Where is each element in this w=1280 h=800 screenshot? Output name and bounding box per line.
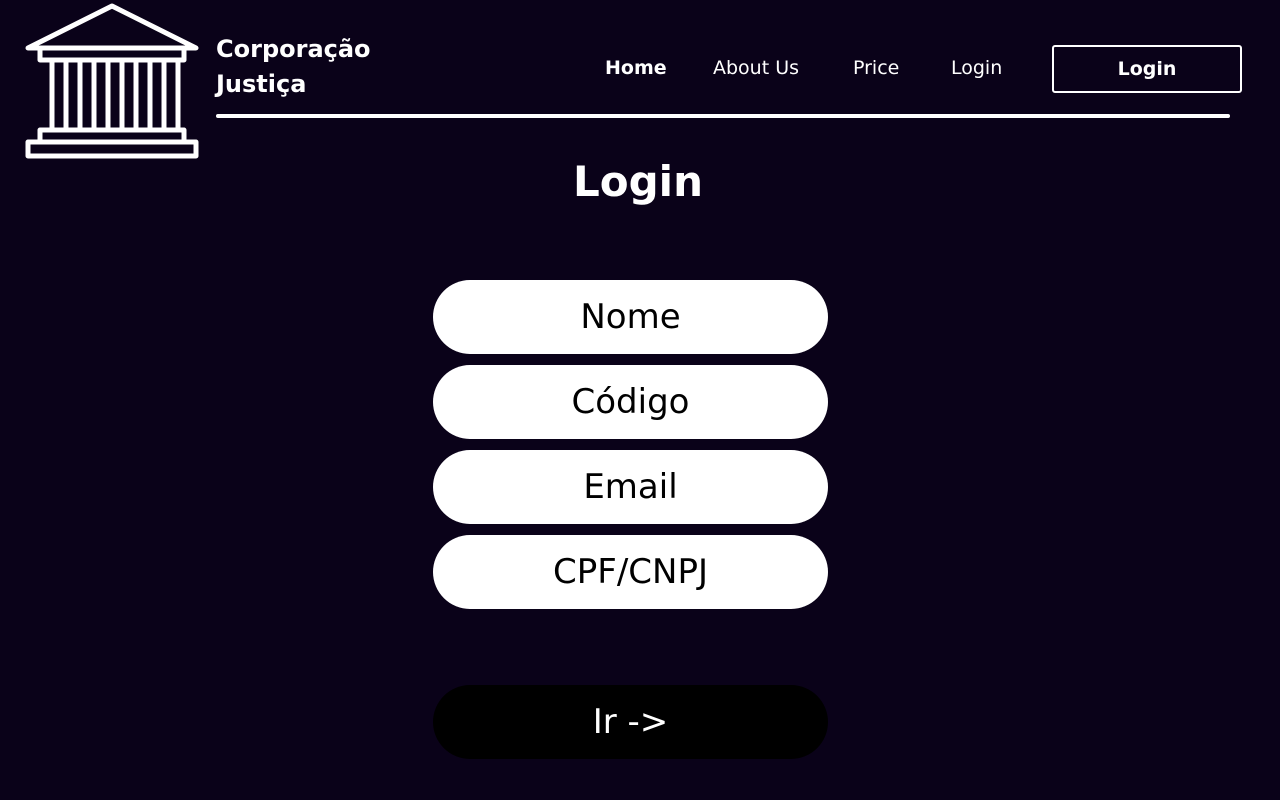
brand-name-line2: Justiça <box>216 70 307 98</box>
nav-link-about-us[interactable]: About Us <box>713 56 799 80</box>
submit-button[interactable]: Ir -> <box>433 685 828 759</box>
courthouse-icon <box>25 3 199 159</box>
nav-link-home[interactable]: Home <box>605 56 667 80</box>
email-input[interactable] <box>433 450 828 524</box>
header-divider <box>216 114 1230 118</box>
login-page: Corporação Justiça Home About Us Price L… <box>0 0 1280 800</box>
name-input[interactable] <box>433 280 828 354</box>
brand-name-line1: Corporação <box>216 35 371 63</box>
brand-name: Corporação Justiça <box>216 32 436 102</box>
nav-link-price[interactable]: Price <box>853 56 899 80</box>
code-input[interactable] <box>433 365 828 439</box>
nav-link-login[interactable]: Login <box>951 56 1002 80</box>
page-title: Login <box>573 157 703 206</box>
cpf-cnpj-input[interactable] <box>433 535 828 609</box>
login-button[interactable]: Login <box>1052 45 1242 93</box>
